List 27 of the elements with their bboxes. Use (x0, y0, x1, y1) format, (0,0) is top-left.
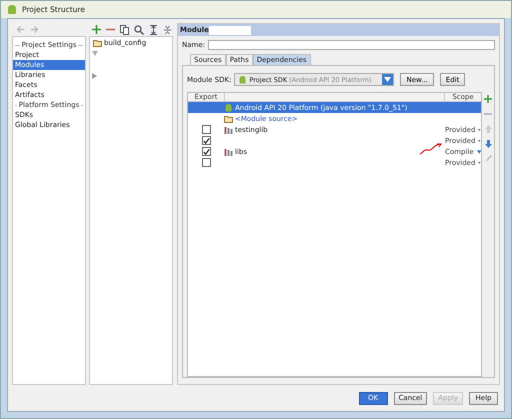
export-checkbox[interactable] (202, 158, 210, 167)
library-icon (224, 126, 233, 134)
export-checkbox[interactable] (202, 147, 210, 156)
expand-all-icon[interactable] (149, 24, 158, 34)
dropdown-arrow-icon[interactable] (478, 138, 481, 142)
export-checkbox[interactable] (202, 125, 210, 134)
dropdown-arrow-icon[interactable] (478, 160, 481, 164)
android-icon (224, 103, 233, 112)
dropdown-arrow-icon[interactable] (478, 128, 481, 132)
android-icon (238, 75, 248, 84)
add-icon[interactable] (484, 95, 492, 103)
move-down-icon[interactable] (484, 140, 492, 148)
android-icon (6, 4, 18, 16)
search-icon[interactable] (134, 24, 144, 34)
expand-arrow-icon[interactable] (92, 73, 97, 79)
collapse-all-icon[interactable] (163, 24, 172, 34)
copy-icon[interactable] (120, 24, 129, 34)
name-field[interactable] (208, 40, 495, 50)
library-icon (224, 148, 233, 156)
export-checkbox[interactable] (202, 136, 210, 145)
folder-icon (93, 38, 102, 46)
module-name-box (208, 26, 251, 34)
dropdown-arrow-icon (384, 77, 392, 82)
dropdown-arrow-icon[interactable] (476, 150, 481, 154)
collapse-arrow-icon[interactable] (92, 51, 98, 56)
hand-drawn-arrow (419, 143, 443, 155)
add-icon[interactable] (92, 25, 101, 34)
